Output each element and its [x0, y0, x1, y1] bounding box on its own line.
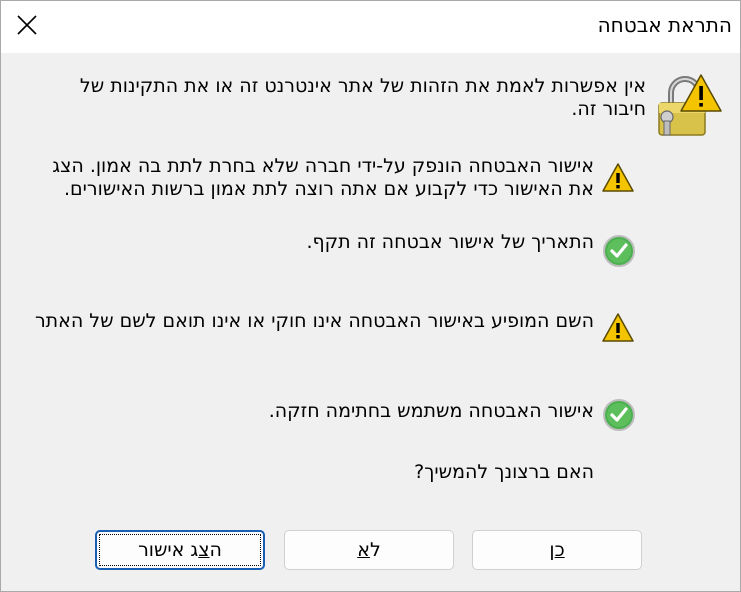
no-label-lead: ל: [369, 539, 381, 561]
certificate-date-valid: התאריך של אישור אבטחה זה תקף.: [306, 231, 594, 253]
dialog-content: אין אפשרות לאמת את הזהות של אתר אינטרנט …: [1, 53, 740, 591]
warning-icon: [602, 163, 634, 192]
yes-label-rest: ן: [549, 539, 555, 561]
certificate-strong-signature: אישור האבטחה משתמש בחתימה חזקה.: [268, 400, 594, 422]
no-button[interactable]: לא: [284, 530, 454, 570]
no-accelerator: א: [357, 539, 370, 561]
title-bar: התראת אבטחה: [1, 1, 740, 53]
view-label-lead: ה: [209, 539, 222, 561]
certificate-issuer-warning: אישור האבטחה הונפק על-ידי חברה שלא בחרת …: [52, 155, 594, 200]
lock-warning-icon: [658, 74, 722, 136]
warning-icon: [602, 313, 634, 342]
yes-button[interactable]: כן: [472, 530, 642, 570]
check-icon: [603, 235, 635, 267]
view-accelerator: צ: [198, 539, 210, 561]
check-icon: [603, 399, 635, 431]
continue-question: האם ברצונך להמשיך?: [414, 461, 594, 483]
certificate-name-mismatch-warning: השם המופיע באישור האבטחה אינו חוקי או אי…: [34, 310, 594, 332]
view-label-rest: ג אישור: [138, 539, 199, 561]
close-icon: [17, 15, 37, 35]
view-certificate-button[interactable]: הצג אישור: [95, 530, 265, 570]
security-alert-dialog: התראת אבטחה אין אפשרות לאמת את הזהות של …: [0, 0, 741, 592]
intro-message: אין אפשרות לאמת את הזהות של אתר אינטרנט …: [79, 75, 646, 120]
dialog-title: התראת אבטחה: [597, 13, 732, 37]
yes-accelerator: כ: [554, 539, 565, 561]
close-button[interactable]: [9, 7, 45, 43]
